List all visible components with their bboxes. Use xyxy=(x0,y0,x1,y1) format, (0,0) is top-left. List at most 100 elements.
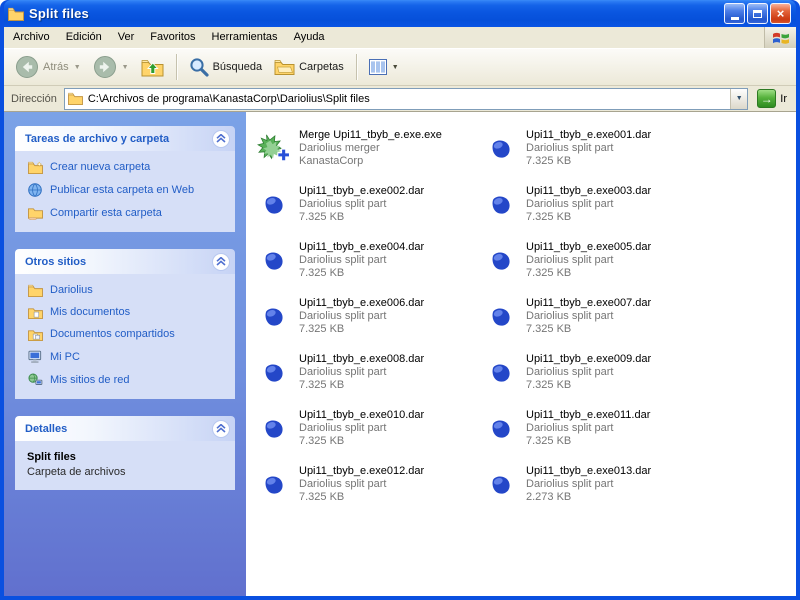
file-tile[interactable]: Upi11_tbyb_e.exe001.dar Dariolius split … xyxy=(483,127,710,170)
place-network[interactable]: Mis sitios de red xyxy=(27,373,226,387)
file-size: KanastaCorp xyxy=(299,155,364,167)
collapse-chevron-icon[interactable] xyxy=(212,129,230,148)
address-bar: Dirección C:\Archivos de programa\Kanast… xyxy=(4,86,796,112)
file-size: 7.325 KB xyxy=(526,155,572,167)
menu-bar: Archivo Edición Ver Favoritos Herramient… xyxy=(4,27,796,49)
panel-file-tasks-header[interactable]: Tareas de archivo y carpeta xyxy=(15,126,235,151)
file-tile[interactable]: Upi11_tbyb_e.exe008.dar Dariolius split … xyxy=(256,351,483,394)
panel-file-tasks: Tareas de archivo y carpeta Crear nueva … xyxy=(15,126,235,232)
place-my-computer[interactable]: Mi PC xyxy=(27,350,226,364)
file-size: 7.325 KB xyxy=(299,491,345,503)
go-button[interactable]: → Ir xyxy=(753,89,791,108)
views-button[interactable]: ▼ xyxy=(364,56,404,78)
folder-icon xyxy=(27,284,43,297)
close-button[interactable]: × xyxy=(770,3,791,24)
menu-ver[interactable]: Ver xyxy=(110,27,143,48)
folders-icon xyxy=(274,60,295,75)
panel-other-places-header[interactable]: Otros sitios xyxy=(15,249,235,274)
file-icon xyxy=(483,138,519,160)
folder-up-icon xyxy=(141,60,164,77)
panel-details: Detalles Split files Carpeta de archivos xyxy=(15,416,235,490)
file-description: Dariolius split part xyxy=(299,254,387,266)
place-shared-documents[interactable]: Documentos compartidos xyxy=(27,328,226,341)
file-description: Dariolius split part xyxy=(526,254,614,266)
file-tile[interactable]: Upi11_tbyb_e.exe003.dar Dariolius split … xyxy=(483,183,710,226)
go-label: Ir xyxy=(780,92,787,105)
file-tile[interactable]: Upi11_tbyb_e.exe005.dar Dariolius split … xyxy=(483,239,710,282)
file-size: 7.325 KB xyxy=(299,435,345,447)
task-publish-web[interactable]: Publicar esta carpeta en Web xyxy=(27,183,226,197)
dar-file-icon xyxy=(492,420,510,438)
place-label: Dariolius xyxy=(50,284,93,296)
panel-title: Detalles xyxy=(25,422,68,435)
title-bar[interactable]: Split files × xyxy=(4,0,796,27)
collapse-chevron-icon[interactable] xyxy=(212,252,230,271)
file-tile[interactable]: Upi11_tbyb_e.exe012.dar Dariolius split … xyxy=(256,463,483,506)
my-computer-icon xyxy=(27,350,43,364)
file-name: Upi11_tbyb_e.exe004.dar xyxy=(299,241,425,253)
file-description: Dariolius split part xyxy=(526,422,614,434)
task-share-folder[interactable]: Compartir esta carpeta xyxy=(27,206,226,220)
file-name: Upi11_tbyb_e.exe007.dar xyxy=(526,297,652,309)
back-dropdown-icon: ▼ xyxy=(73,63,81,71)
file-description: Dariolius split part xyxy=(299,198,387,210)
file-size: 7.325 KB xyxy=(299,323,345,335)
file-description: Dariolius split part xyxy=(526,478,614,490)
file-tile[interactable]: Upi11_tbyb_e.exe002.dar Dariolius split … xyxy=(256,183,483,226)
file-icon xyxy=(483,474,519,496)
my-documents-icon xyxy=(27,306,43,319)
address-input[interactable]: C:\Archivos de programa\KanastaCorp\Dari… xyxy=(63,87,749,110)
file-icon xyxy=(256,362,292,384)
place-label: Mi PC xyxy=(50,350,80,363)
panel-details-header[interactable]: Detalles xyxy=(15,416,235,441)
views-icon xyxy=(368,59,387,75)
maximize-button[interactable] xyxy=(747,3,768,24)
menu-favoritos[interactable]: Favoritos xyxy=(142,27,203,48)
back-button[interactable]: Atrás ▼ xyxy=(10,52,86,82)
file-name: Upi11_tbyb_e.exe010.dar xyxy=(299,409,425,421)
file-tile[interactable]: Upi11_tbyb_e.exe013.dar Dariolius split … xyxy=(483,463,710,506)
collapse-chevron-icon[interactable] xyxy=(212,419,230,438)
file-tile[interactable]: Upi11_tbyb_e.exe004.dar Dariolius split … xyxy=(256,239,483,282)
explorer-window: Split files × Archivo Edición Ver Favori… xyxy=(0,0,800,600)
details-folder-name: Split files xyxy=(27,451,76,463)
folders-button[interactable]: Carpetas xyxy=(269,55,349,79)
file-tile[interactable]: Upi11_tbyb_e.exe006.dar Dariolius split … xyxy=(256,295,483,338)
file-icon xyxy=(483,250,519,272)
back-label: Atrás xyxy=(43,61,69,73)
search-button[interactable]: Búsqueda xyxy=(184,54,268,80)
folders-label: Carpetas xyxy=(299,61,344,73)
forward-icon xyxy=(93,56,116,78)
file-name: Upi11_tbyb_e.exe003.dar xyxy=(526,185,652,197)
task-new-folder[interactable]: Crear nueva carpeta xyxy=(27,161,226,174)
go-arrow-icon: → xyxy=(757,89,777,108)
menu-edicion[interactable]: Edición xyxy=(58,27,110,48)
place-dariolius[interactable]: Dariolius xyxy=(27,284,226,297)
file-list-area[interactable]: Merge Upi11_tbyb_e.exe.exe Dariolius mer… xyxy=(246,112,796,596)
file-tile[interactable]: Merge Upi11_tbyb_e.exe.exe Dariolius mer… xyxy=(256,127,483,170)
file-tile[interactable]: Upi11_tbyb_e.exe007.dar Dariolius split … xyxy=(483,295,710,338)
place-my-documents[interactable]: Mis documentos xyxy=(27,306,226,319)
minimize-button[interactable] xyxy=(724,3,745,24)
panel-title: Otros sitios xyxy=(25,255,87,268)
task-label: Publicar esta carpeta en Web xyxy=(50,183,195,196)
menu-archivo[interactable]: Archivo xyxy=(5,27,58,48)
dar-file-icon xyxy=(265,420,283,438)
file-tile[interactable]: Upi11_tbyb_e.exe009.dar Dariolius split … xyxy=(483,351,710,394)
up-button[interactable] xyxy=(136,54,169,80)
menu-ayuda[interactable]: Ayuda xyxy=(286,27,333,48)
file-icon xyxy=(256,250,292,272)
file-description: Dariolius split part xyxy=(299,478,387,490)
file-icon xyxy=(483,362,519,384)
menu-herramientas[interactable]: Herramientas xyxy=(204,27,286,48)
forward-button[interactable]: ▼ xyxy=(88,52,134,82)
search-label: Búsqueda xyxy=(212,61,263,73)
place-label: Mis documentos xyxy=(50,306,131,318)
merger-file-icon xyxy=(257,134,291,161)
file-tile[interactable]: Upi11_tbyb_e.exe011.dar Dariolius split … xyxy=(483,407,710,450)
address-dropdown-button[interactable]: ▼ xyxy=(730,88,748,109)
toolbar: Atrás ▼ ▼ Búsqueda Carpetas ▼ xyxy=(4,49,796,86)
file-tile[interactable]: Upi11_tbyb_e.exe010.dar Dariolius split … xyxy=(256,407,483,450)
task-label: Crear nueva carpeta xyxy=(50,161,151,173)
file-name: Upi11_tbyb_e.exe009.dar xyxy=(526,353,652,365)
